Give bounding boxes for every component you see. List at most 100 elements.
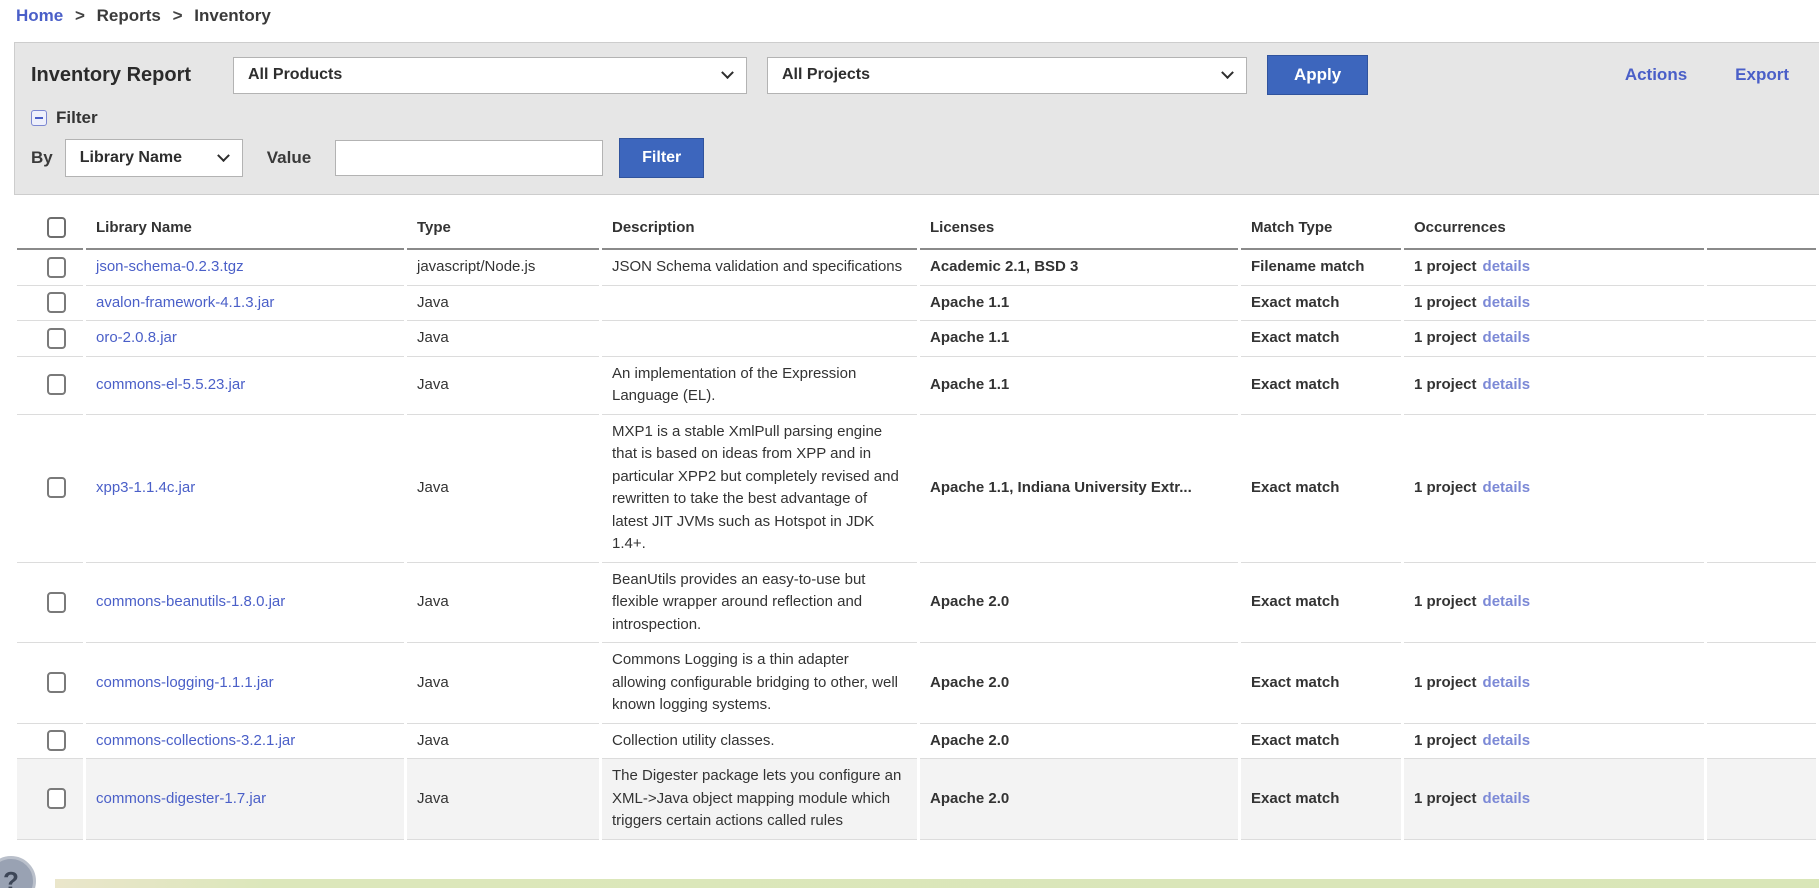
type-cell: Java: [407, 286, 599, 322]
project-count: 1 project: [1414, 294, 1477, 311]
description-cell: JSON Schema validation and specification…: [602, 250, 917, 286]
chevron-down-icon: [1221, 66, 1234, 79]
inventory-table: Library Name Type Description Licenses M…: [14, 203, 1819, 840]
details-link[interactable]: details: [1483, 732, 1531, 749]
description-cell: [602, 286, 917, 322]
breadcrumb-inventory: Inventory: [194, 6, 271, 25]
details-link[interactable]: details: [1483, 376, 1531, 393]
project-count: 1 project: [1414, 674, 1477, 691]
column-header-licenses: Licenses: [920, 203, 1238, 250]
match-type-cell: Exact match: [1241, 357, 1401, 415]
match-type-cell: Exact match: [1241, 321, 1401, 357]
library-name-cell: avalon-framework-4.1.3.jar: [86, 286, 404, 322]
licenses-cell: Apache 1.1: [920, 321, 1238, 357]
row-checkbox[interactable]: [47, 788, 66, 809]
match-type-cell: Exact match: [1241, 724, 1401, 760]
project-count: 1 project: [1414, 329, 1477, 346]
row-checkbox[interactable]: [47, 328, 66, 349]
library-name-link[interactable]: commons-digester-1.7.jar: [96, 790, 266, 807]
filter-value-label: Value: [267, 148, 311, 168]
details-link[interactable]: details: [1483, 294, 1531, 311]
row-checkbox[interactable]: [47, 672, 66, 693]
row-checkbox-cell: [17, 250, 83, 286]
type-cell: Java: [407, 563, 599, 644]
library-name-cell: commons-logging-1.1.1.jar: [86, 643, 404, 724]
help-bubble-icon[interactable]: ?: [0, 856, 36, 888]
description-cell: [602, 321, 917, 357]
filter-section-label: Filter: [56, 108, 98, 128]
occurrences-cell: 1 project details: [1404, 563, 1704, 644]
project-count: 1 project: [1414, 258, 1477, 275]
occurrences-cell: 1 projectdetails: [1404, 759, 1704, 840]
collapse-filter-icon[interactable]: [31, 110, 47, 126]
details-link[interactable]: details: [1483, 674, 1531, 691]
apply-button[interactable]: Apply: [1267, 55, 1368, 95]
row-checkbox-cell: [17, 724, 83, 760]
table-row: commons-logging-1.1.1.jar Java Commons L…: [17, 643, 1816, 724]
filter-by-select[interactable]: Library Name: [65, 139, 243, 177]
project-select[interactable]: All Projects: [767, 57, 1247, 94]
occurrences-cell: 1 project details: [1404, 643, 1704, 724]
library-name-link[interactable]: xpp3-1.1.4c.jar: [96, 479, 195, 496]
empty-cell: [1707, 724, 1816, 760]
filter-button[interactable]: Filter: [619, 138, 704, 178]
breadcrumb-home-link[interactable]: Home: [16, 6, 63, 25]
library-name-link[interactable]: commons-beanutils-1.8.0.jar: [96, 593, 285, 610]
filter-section-header: Filter: [31, 108, 1819, 128]
details-link[interactable]: details: [1483, 479, 1531, 496]
licenses-cell: Apache 2.0: [920, 643, 1238, 724]
row-checkbox[interactable]: [47, 477, 66, 498]
details-link[interactable]: details: [1483, 329, 1531, 346]
project-select-value: All Projects: [782, 66, 870, 84]
column-header-type: Type: [407, 203, 599, 250]
type-cell: Java: [407, 415, 599, 563]
empty-cell: [1707, 415, 1816, 563]
table-row: commons-beanutils-1.8.0.jar Java BeanUti…: [17, 563, 1816, 644]
row-checkbox[interactable]: [47, 257, 66, 278]
library-name-link[interactable]: commons-logging-1.1.1.jar: [96, 674, 274, 691]
occurrences-cell: 1 projectdetails: [1404, 357, 1704, 415]
details-link[interactable]: details: [1483, 790, 1531, 807]
library-name-cell: xpp3-1.1.4c.jar: [86, 415, 404, 563]
product-select-value: All Products: [248, 66, 342, 84]
details-link[interactable]: details: [1483, 593, 1531, 610]
library-name-link[interactable]: commons-el-5.5.23.jar: [96, 376, 245, 393]
library-name-cell: oro-2.0.8.jar: [86, 321, 404, 357]
library-name-link[interactable]: commons-collections-3.2.1.jar: [96, 732, 295, 749]
select-all-checkbox[interactable]: [47, 217, 66, 238]
row-checkbox[interactable]: [47, 292, 66, 313]
row-checkbox[interactable]: [47, 592, 66, 613]
table-row: commons-digester-1.7.jar Java The Digest…: [17, 759, 1816, 840]
licenses-cell: Apache 2.0: [920, 563, 1238, 644]
empty-cell: [1707, 563, 1816, 644]
top-links: Actions Export: [1625, 65, 1819, 85]
inventory-table-body: json-schema-0.2.3.tgz javascript/Node.js…: [17, 250, 1816, 840]
occurrences-cell: 1 project details: [1404, 321, 1704, 357]
licenses-cell: Apache 1.1: [920, 357, 1238, 415]
type-cell: javascript/Node.js: [407, 250, 599, 286]
page-title: Inventory Report: [31, 64, 233, 87]
licenses-cell: Academic 2.1, BSD 3: [920, 250, 1238, 286]
filter-value-input[interactable]: [335, 140, 603, 176]
licenses-cell: Apache 1.1, Indiana University Extr...: [920, 415, 1238, 563]
library-name-link[interactable]: oro-2.0.8.jar: [96, 329, 177, 346]
actions-link[interactable]: Actions: [1625, 65, 1687, 85]
row-checkbox-cell: [17, 643, 83, 724]
row-checkbox-cell: [17, 286, 83, 322]
column-header-library-name: Library Name: [86, 203, 404, 250]
row-checkbox[interactable]: [47, 730, 66, 751]
details-link[interactable]: details: [1483, 258, 1531, 275]
breadcrumb-reports: Reports: [97, 6, 161, 25]
project-count: 1 project: [1414, 593, 1477, 610]
product-select[interactable]: All Products: [233, 57, 747, 94]
licenses-cell: Apache 2.0: [920, 759, 1238, 840]
export-link[interactable]: Export: [1735, 65, 1789, 85]
row-checkbox-cell: [17, 321, 83, 357]
library-name-link[interactable]: json-schema-0.2.3.tgz: [96, 258, 244, 275]
occurrences-cell: 1 project details: [1404, 286, 1704, 322]
minus-icon: [35, 117, 43, 119]
type-cell: Java: [407, 759, 599, 840]
library-name-link[interactable]: avalon-framework-4.1.3.jar: [96, 294, 274, 311]
empty-cell: [1707, 286, 1816, 322]
row-checkbox[interactable]: [47, 374, 66, 395]
